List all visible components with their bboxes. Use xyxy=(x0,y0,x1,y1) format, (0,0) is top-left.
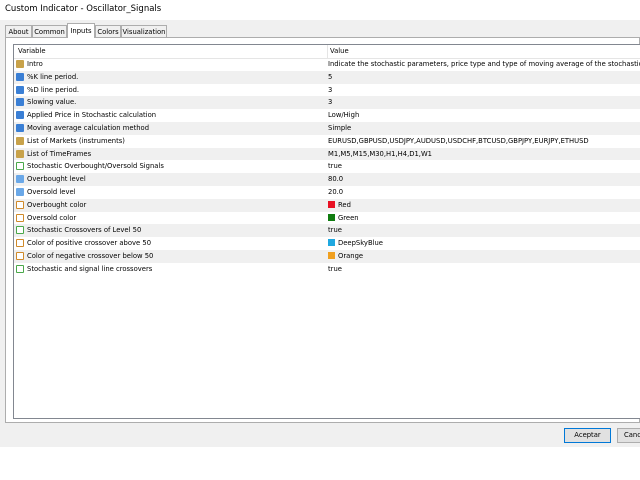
variable-value[interactable]: 5 xyxy=(328,73,332,81)
tab-colors[interactable]: Colors xyxy=(95,25,121,37)
variable-name: List of TimeFrames xyxy=(27,149,92,158)
grid-row[interactable]: Color of positive crossover above 50 Deep… xyxy=(14,237,640,250)
variable-name: Overbought color xyxy=(27,200,87,209)
double-icon xyxy=(16,175,24,184)
variable-name: Color of positive crossover above 50 xyxy=(27,239,152,248)
integer-icon xyxy=(16,85,24,94)
grid-row[interactable]: Stochastic and signal line crossovers tru… xyxy=(14,263,640,276)
indicator-dialog: Custom Indicator - Oscillator_Signals Ab… xyxy=(0,0,640,447)
variable-value[interactable]: 3 xyxy=(328,86,332,94)
variable-name: Overbought level xyxy=(27,175,86,184)
variable-name: %K line period. xyxy=(27,72,79,81)
tab-common[interactable]: Common xyxy=(32,25,67,37)
color-name: Orange xyxy=(338,252,364,260)
ab-string-icon xyxy=(16,136,24,145)
grid-row[interactable]: Applied Price in Stochastic calculation L… xyxy=(14,109,640,122)
double-icon xyxy=(16,188,24,196)
color-name: Green xyxy=(338,213,359,222)
integer-icon xyxy=(16,72,24,81)
variable-name: List of Markets (instruments) xyxy=(27,136,125,145)
variable-value[interactable]: true xyxy=(328,162,342,170)
ab-string-icon xyxy=(16,60,24,68)
grid-row[interactable]: Color of negative crossover below 50 Oran… xyxy=(14,250,640,263)
variable-value[interactable]: DeepSkyBlue xyxy=(328,239,383,247)
ab-string-icon xyxy=(16,149,24,158)
grid-row[interactable]: Stochastic Overbought/Oversold Signals tr… xyxy=(14,160,640,173)
variable-value[interactable]: Indicate the stochastic parameters, pric… xyxy=(328,60,640,68)
color-icon xyxy=(16,252,24,260)
color-name: Red xyxy=(338,200,351,209)
grid-row[interactable]: %D line period. 3 xyxy=(14,84,640,97)
variable-value[interactable]: Orange xyxy=(328,252,363,260)
grid-row[interactable]: Slowing value. 3 xyxy=(14,96,640,110)
grid-row[interactable]: Oversold level 20.0 xyxy=(14,186,640,199)
variable-value[interactable]: Low/High xyxy=(328,111,359,119)
variable-value[interactable]: Simple xyxy=(328,124,351,132)
color-swatch xyxy=(328,239,335,247)
grid-row[interactable]: Stochastic Crossovers of Level 50 true xyxy=(14,224,640,238)
enum-icon xyxy=(16,111,24,120)
inputs-grid[interactable]: Variable Value Intro Indicate the stochas… xyxy=(13,44,640,419)
variable-value[interactable]: 20.0 xyxy=(328,188,343,196)
variable-name: Stochastic and signal line crossovers xyxy=(27,264,153,273)
integer-icon xyxy=(16,98,24,107)
variable-name: Color of negative crossover below 50 xyxy=(27,252,154,260)
variable-name: %D line period. xyxy=(27,85,80,94)
color-swatch xyxy=(328,200,335,208)
variable-name: Stochastic Overbought/Oversold Signals xyxy=(27,162,164,171)
bool-icon xyxy=(16,264,24,273)
window-title: Custom Indicator - Oscillator_Signals xyxy=(5,4,162,14)
grid-row[interactable]: Overbought color Red xyxy=(14,198,640,212)
variable-value[interactable]: 3 xyxy=(328,98,332,106)
color-swatch xyxy=(328,252,335,259)
grid-row[interactable]: Oversold color Green xyxy=(14,212,640,225)
ok-button[interactable]: Aceptar xyxy=(564,428,611,443)
grid-row[interactable]: %K line period. 5 xyxy=(14,70,640,84)
enum-icon xyxy=(16,124,24,132)
grid-row[interactable]: Intro Indicate the stochastic parameters,… xyxy=(14,58,640,71)
variable-name: Intro xyxy=(27,60,43,68)
title-bar: Custom Indicator - Oscillator_Signals xyxy=(0,0,640,20)
variable-name: Applied Price in Stochastic calculation xyxy=(27,111,157,120)
grid-row[interactable]: Overbought level 80.0 xyxy=(14,173,640,186)
tab-about[interactable]: About xyxy=(5,25,32,37)
grid-row[interactable]: List of TimeFrames M1,M5,M15,M30,H1,H4,D1… xyxy=(14,147,640,161)
grid-header: Variable Value xyxy=(14,45,640,59)
inputs-panel: Variable Value Intro Indicate the stochas… xyxy=(5,37,640,423)
variable-value[interactable]: true xyxy=(328,226,342,234)
variable-value[interactable]: Red xyxy=(328,200,351,209)
value-column-header[interactable]: Value xyxy=(330,47,349,55)
color-swatch xyxy=(328,213,335,221)
column-separator[interactable] xyxy=(327,45,328,58)
variable-column-header[interactable]: Variable xyxy=(18,47,46,55)
variable-value[interactable]: true xyxy=(328,265,342,273)
color-icon xyxy=(16,239,24,248)
tab-inputs[interactable]: Inputs xyxy=(67,23,95,38)
variable-value[interactable]: EURUSD,GBPUSD,USDJPY,AUDUSD,USDCHF,BTCUS… xyxy=(328,137,589,145)
variable-name: Moving average calculation method xyxy=(27,124,150,132)
bool-icon xyxy=(16,226,24,235)
color-icon xyxy=(16,213,24,222)
bool-icon xyxy=(16,162,24,171)
variable-name: Stochastic Crossovers of Level 50 xyxy=(27,226,142,235)
tab-visualization[interactable]: Visualization xyxy=(121,25,167,37)
variable-value[interactable]: 80.0 xyxy=(328,175,343,183)
variable-name: Oversold level xyxy=(27,188,76,196)
color-icon xyxy=(16,200,24,209)
cancel-button[interactable]: Canc xyxy=(617,428,640,443)
grid-row[interactable]: List of Markets (instruments) EURUSD,GBPU… xyxy=(14,135,640,148)
variable-name: Oversold color xyxy=(27,213,77,222)
grid-row[interactable]: Moving average calculation method Simple xyxy=(14,122,640,135)
variable-value[interactable]: Green xyxy=(328,213,359,222)
color-name: DeepSkyBlue xyxy=(338,239,383,248)
variable-value[interactable]: M1,M5,M15,M30,H1,H4,D1,W1 xyxy=(328,150,432,158)
variable-name: Slowing value. xyxy=(27,98,77,107)
